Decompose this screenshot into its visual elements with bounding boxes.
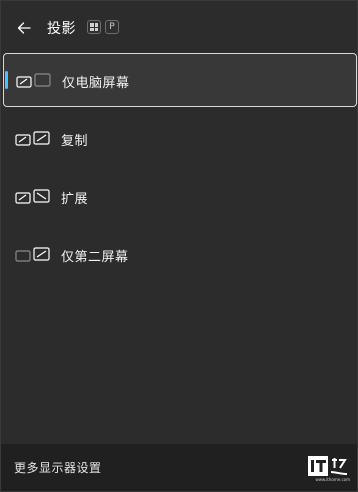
flyout-footer: 更多显示器设置 www.ithome.com: [1, 443, 357, 491]
option-label: 仅电脑屏幕: [62, 76, 130, 91]
extend-icon: [15, 189, 50, 204]
flyout-header: 投影 P: [1, 1, 357, 53]
flyout-title: 投影: [47, 21, 76, 37]
windows-logo-icon: [90, 23, 98, 31]
option-label: 仅第二屏幕: [61, 250, 129, 265]
p-key-badge: P: [105, 20, 119, 34]
watermark-url: www.ithome.com: [315, 477, 350, 482]
project-flyout: 投影 P 仅电脑屏幕 复制 扩展 仅第二屏幕 更多显示器设置 www.ithom…: [0, 0, 358, 492]
option-duplicate[interactable]: 复制: [3, 112, 357, 166]
windows-key-badge: [87, 20, 101, 34]
second-screen-only-icon: [15, 247, 50, 262]
arrow-left-icon: [17, 22, 31, 34]
more-display-settings-link[interactable]: 更多显示器设置: [14, 459, 102, 476]
selection-indicator: [5, 71, 8, 89]
option-second-screen-only[interactable]: 仅第二屏幕: [3, 228, 357, 282]
option-extend[interactable]: 扩展: [3, 170, 357, 224]
pc-screen-only-icon: [16, 73, 51, 88]
option-pc-screen-only[interactable]: 仅电脑屏幕: [3, 53, 357, 107]
option-label: 扩展: [61, 192, 89, 207]
back-button[interactable]: [11, 15, 37, 41]
option-label: 复制: [61, 134, 89, 149]
duplicate-icon: [15, 131, 50, 146]
